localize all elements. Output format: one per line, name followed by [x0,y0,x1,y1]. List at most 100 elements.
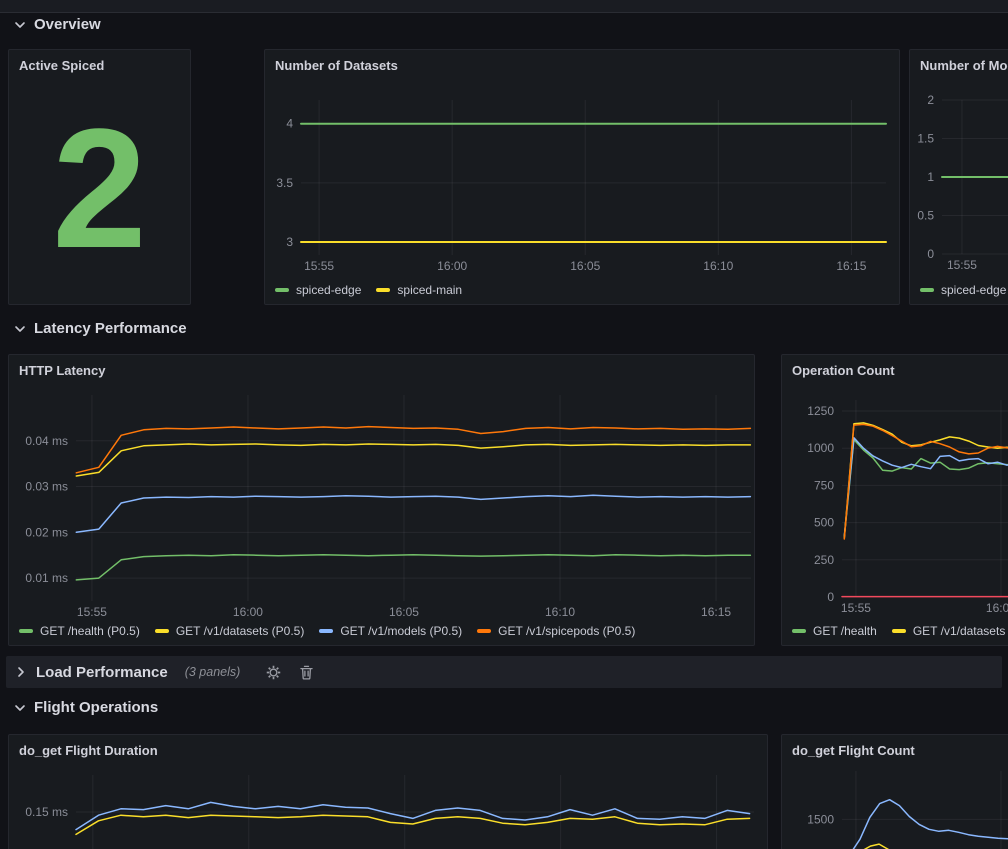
svg-text:0.5: 0.5 [917,209,934,223]
section-title: Flight Operations [34,699,158,716]
svg-text:16:15: 16:15 [836,259,866,273]
legend-label: GET /v1/models (P0.5) [340,624,462,638]
svg-text:3.5: 3.5 [276,176,293,190]
svg-text:0.15 ms: 0.15 ms [25,805,68,819]
legend-item[interactable]: spiced-main [376,283,462,297]
chart-legend: GET /health GET /v1/datasets [792,624,1005,638]
section-title: Latency Performance [34,320,187,337]
legend-item[interactable]: spiced-edge [275,283,361,297]
legend-label: GET /v1/datasets (P0.5) [176,624,305,638]
series-line [76,495,750,532]
svg-text:250: 250 [814,553,834,567]
legend-color-dash [319,629,333,633]
legend-color-dash [892,629,906,633]
operation-count-chart[interactable]: 15:5516:00025050075010001250 [782,355,1008,645]
svg-text:0: 0 [827,590,834,604]
section-title: Overview [34,16,101,33]
panel-title: Number of Models [920,58,1008,73]
http-latency-chart[interactable]: 15:5516:0016:0516:1016:150.01 ms0.02 ms0… [9,355,754,645]
chart-legend: spiced-edge [920,283,1006,297]
svg-text:0.03 ms: 0.03 ms [25,480,68,494]
panel-title: Number of Datasets [275,58,398,73]
legend-item[interactable]: GET /v1/models (P0.5) [319,624,462,638]
section-header-latency-performance[interactable]: Latency Performance [13,320,187,337]
svg-text:1000: 1000 [807,441,834,455]
section-header-overview[interactable]: Overview [13,16,101,33]
legend-item[interactable]: GET /v1/datasets (P0.5) [155,624,305,638]
chevron-down-icon [13,18,27,32]
svg-text:15:55: 15:55 [304,259,334,273]
number-of-models-chart[interactable]: 15:5516:0000.511.52 [910,50,1008,304]
panel-do-get-flight-count: do_get Flight Count 15:5516:001500 [781,734,1008,849]
legend-color-dash [792,629,806,633]
section-row-load-performance[interactable]: Load Performance (3 panels) [6,656,1002,688]
trash-icon [300,665,313,680]
panel-title: do_get Flight Duration [19,743,158,758]
svg-text:2: 2 [927,93,934,107]
svg-text:16:00: 16:00 [986,601,1008,615]
svg-text:0: 0 [927,247,934,261]
row-settings-button[interactable] [266,665,281,680]
svg-text:16:05: 16:05 [570,259,600,273]
top-toolbar-edge [0,0,1008,13]
panel-active-spiced: Active Spiced 2 [8,49,191,305]
svg-text:16:15: 16:15 [701,605,731,619]
legend-color-dash [19,629,33,633]
series-line [844,438,1008,536]
legend-item[interactable]: GET /health [792,624,877,638]
legend-label: spiced-edge [941,283,1006,297]
number-of-datasets-chart[interactable]: 15:5516:0016:0516:1016:1533.54 [265,50,899,304]
legend-item[interactable]: GET /health (P0.5) [19,624,140,638]
legend-label: GET /v1/spicepods (P0.5) [498,624,635,638]
svg-text:15:55: 15:55 [77,605,107,619]
grafana-dashboard: Overview Active Spiced 2 Number of Datas… [0,0,1008,849]
stat-value: 2 [52,104,147,274]
panel-title: Active Spiced [19,58,104,73]
panel-number-of-models: Number of Models 15:5516:0000.511.52 spi… [909,49,1008,305]
svg-text:0.02 ms: 0.02 ms [25,525,68,539]
svg-text:4: 4 [286,117,293,131]
section-header-flight-operations[interactable]: Flight Operations [13,699,158,716]
panel-number-of-datasets: Number of Datasets 15:55 16:00 16:05 16:10 1… [264,49,900,305]
chevron-right-icon [14,665,28,679]
legend-color-dash [155,629,169,633]
gear-icon [266,665,281,680]
legend-color-dash [920,288,934,292]
svg-text:1.5: 1.5 [917,132,934,146]
chart-legend: spiced-edge spiced-main [275,283,462,297]
legend-label: spiced-main [397,283,462,297]
legend-item[interactable]: GET /v1/datasets [892,624,1006,638]
svg-text:16:00: 16:00 [233,605,263,619]
svg-text:16:00: 16:00 [437,259,467,273]
panel-title: HTTP Latency [19,363,105,378]
row-delete-button[interactable] [300,665,313,680]
legend-label: spiced-edge [296,283,361,297]
series-line [850,800,1008,849]
svg-text:1: 1 [927,170,934,184]
series-line [853,844,1008,849]
svg-text:1250: 1250 [807,404,834,418]
legend-label: GET /health [813,624,877,638]
row-panel-count: (3 panels) [185,665,241,679]
legend-label: GET /health (P0.5) [40,624,140,638]
legend-item[interactable]: spiced-edge [920,283,1006,297]
panel-title: do_get Flight Count [792,743,915,758]
legend-color-dash [275,288,289,292]
panel-do-get-flight-duration: do_get Flight Duration 15:5516:0016:0516… [8,734,768,849]
section-title: Load Performance [36,664,168,681]
legend-color-dash [376,288,390,292]
legend-color-dash [477,629,491,633]
svg-text:750: 750 [814,478,834,492]
svg-text:16:10: 16:10 [703,259,733,273]
chart-legend: GET /health (P0.5) GET /v1/datasets (P0.5… [19,624,635,638]
svg-text:15:55: 15:55 [947,258,977,272]
chevron-down-icon [13,701,27,715]
panel-title: Operation Count [792,363,895,378]
svg-text:0.01 ms: 0.01 ms [25,571,68,585]
svg-text:16:10: 16:10 [545,605,575,619]
stat-container: 2 [9,50,190,304]
series-line [844,423,1008,538]
series-line [76,427,750,473]
legend-item[interactable]: GET /v1/spicepods (P0.5) [477,624,635,638]
legend-label: GET /v1/datasets [913,624,1006,638]
